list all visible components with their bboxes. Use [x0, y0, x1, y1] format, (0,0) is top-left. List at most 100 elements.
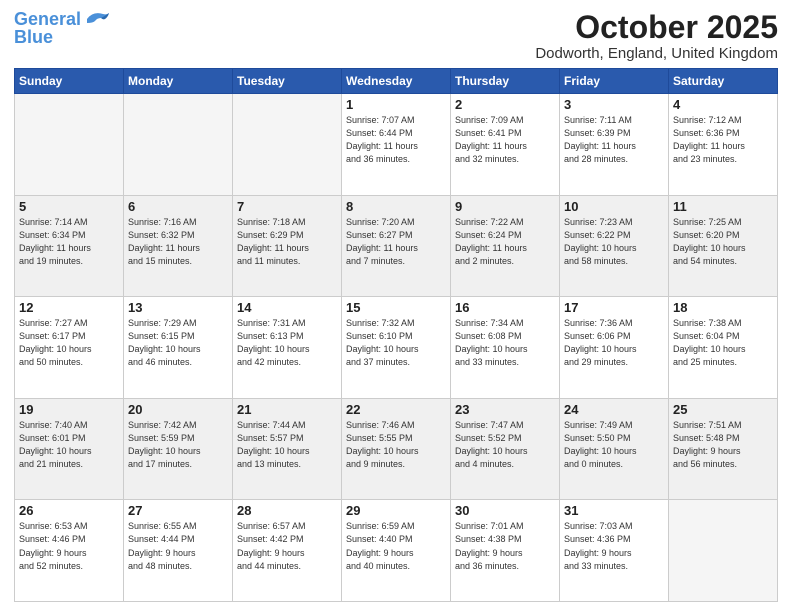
day-number: 2	[455, 97, 555, 112]
header: General Blue October 2025 Dodworth, Engl…	[14, 10, 778, 62]
month-title: October 2025	[535, 10, 778, 45]
day-number: 11	[673, 199, 773, 214]
day-number: 29	[346, 503, 446, 518]
day-info: Sunrise: 7:18 AM Sunset: 6:29 PM Dayligh…	[237, 216, 337, 268]
day-number: 20	[128, 402, 228, 417]
day-number: 14	[237, 300, 337, 315]
calendar-week-row: 26 Sunrise: 6:53 AM Sunset: 4:46 PM Dayli…	[15, 500, 778, 602]
day-info: Sunrise: 6:59 AM Sunset: 4:40 PM Dayligh…	[346, 520, 446, 572]
day-number: 22	[346, 402, 446, 417]
calendar-cell: 30 Sunrise: 7:01 AM Sunset: 4:38 PM Dayli…	[451, 500, 560, 602]
day-number: 19	[19, 402, 119, 417]
calendar-cell: 27 Sunrise: 6:55 AM Sunset: 4:44 PM Dayli…	[124, 500, 233, 602]
day-number: 7	[237, 199, 337, 214]
day-number: 9	[455, 199, 555, 214]
logo-blue: Blue	[14, 27, 53, 47]
day-number: 15	[346, 300, 446, 315]
calendar: Sunday Monday Tuesday Wednesday Thursday…	[14, 68, 778, 602]
calendar-week-row: 19 Sunrise: 7:40 AM Sunset: 6:01 PM Dayli…	[15, 398, 778, 500]
day-number: 27	[128, 503, 228, 518]
day-number: 1	[346, 97, 446, 112]
calendar-cell: 1Sunrise: 7:07 AM Sunset: 6:44 PM Daylig…	[342, 94, 451, 196]
col-thursday: Thursday	[451, 69, 560, 94]
day-number: 16	[455, 300, 555, 315]
day-info: Sunrise: 6:57 AM Sunset: 4:42 PM Dayligh…	[237, 520, 337, 572]
day-info: Sunrise: 7:27 AM Sunset: 6:17 PM Dayligh…	[19, 317, 119, 369]
day-number: 31	[564, 503, 664, 518]
calendar-table: Sunday Monday Tuesday Wednesday Thursday…	[14, 68, 778, 602]
col-sunday: Sunday	[15, 69, 124, 94]
day-number: 8	[346, 199, 446, 214]
calendar-cell: 18 Sunrise: 7:38 AM Sunset: 6:04 PM Dayli…	[669, 297, 778, 399]
day-number: 10	[564, 199, 664, 214]
day-info: Sunrise: 7:49 AM Sunset: 5:50 PM Dayligh…	[564, 419, 664, 471]
day-number: 25	[673, 402, 773, 417]
calendar-cell: 14Sunrise: 7:31 AM Sunset: 6:13 PM Dayli…	[233, 297, 342, 399]
col-saturday: Saturday	[669, 69, 778, 94]
day-info: Sunrise: 7:20 AM Sunset: 6:27 PM Dayligh…	[346, 216, 446, 268]
day-number: 13	[128, 300, 228, 315]
calendar-cell: 2 Sunrise: 7:09 AM Sunset: 6:41 PM Daylig…	[451, 94, 560, 196]
day-info: Sunrise: 7:16 AM Sunset: 6:32 PM Dayligh…	[128, 216, 228, 268]
calendar-cell: 8 Sunrise: 7:20 AM Sunset: 6:27 PM Daylig…	[342, 195, 451, 297]
col-monday: Monday	[124, 69, 233, 94]
calendar-cell: 13 Sunrise: 7:29 AM Sunset: 6:15 PM Dayli…	[124, 297, 233, 399]
logo-bird-icon	[83, 9, 111, 29]
calendar-cell: 10Sunrise: 7:23 AM Sunset: 6:22 PM Dayli…	[560, 195, 669, 297]
page-container: General Blue October 2025 Dodworth, Engl…	[0, 0, 792, 612]
calendar-cell: 4 Sunrise: 7:12 AM Sunset: 6:36 PM Daylig…	[669, 94, 778, 196]
calendar-cell	[669, 500, 778, 602]
day-number: 18	[673, 300, 773, 315]
calendar-cell: 26 Sunrise: 6:53 AM Sunset: 4:46 PM Dayli…	[15, 500, 124, 602]
day-number: 4	[673, 97, 773, 112]
calendar-cell: 29 Sunrise: 6:59 AM Sunset: 4:40 PM Dayli…	[342, 500, 451, 602]
day-info: Sunrise: 7:38 AM Sunset: 6:04 PM Dayligh…	[673, 317, 773, 369]
calendar-cell	[233, 94, 342, 196]
calendar-cell: 9Sunrise: 7:22 AM Sunset: 6:24 PM Daylig…	[451, 195, 560, 297]
day-info: Sunrise: 7:14 AM Sunset: 6:34 PM Dayligh…	[19, 216, 119, 268]
calendar-cell: 5Sunrise: 7:14 AM Sunset: 6:34 PM Daylig…	[15, 195, 124, 297]
calendar-cell: 20 Sunrise: 7:42 AM Sunset: 5:59 PM Dayli…	[124, 398, 233, 500]
logo: General Blue	[14, 10, 111, 48]
day-number: 28	[237, 503, 337, 518]
calendar-cell: 19 Sunrise: 7:40 AM Sunset: 6:01 PM Dayli…	[15, 398, 124, 500]
calendar-cell: 15 Sunrise: 7:32 AM Sunset: 6:10 PM Dayli…	[342, 297, 451, 399]
day-info: Sunrise: 7:29 AM Sunset: 6:15 PM Dayligh…	[128, 317, 228, 369]
calendar-cell: 16 Sunrise: 7:34 AM Sunset: 6:08 PM Dayli…	[451, 297, 560, 399]
calendar-cell: 6 Sunrise: 7:16 AM Sunset: 6:32 PM Daylig…	[124, 195, 233, 297]
col-tuesday: Tuesday	[233, 69, 342, 94]
title-block: October 2025 Dodworth, England, United K…	[535, 10, 778, 62]
calendar-cell: 24Sunrise: 7:49 AM Sunset: 5:50 PM Dayli…	[560, 398, 669, 500]
day-info: Sunrise: 7:36 AM Sunset: 6:06 PM Dayligh…	[564, 317, 664, 369]
day-number: 6	[128, 199, 228, 214]
calendar-week-row: 1Sunrise: 7:07 AM Sunset: 6:44 PM Daylig…	[15, 94, 778, 196]
calendar-cell: 11 Sunrise: 7:25 AM Sunset: 6:20 PM Dayli…	[669, 195, 778, 297]
day-info: Sunrise: 7:25 AM Sunset: 6:20 PM Dayligh…	[673, 216, 773, 268]
calendar-cell: 7 Sunrise: 7:18 AM Sunset: 6:29 PM Daylig…	[233, 195, 342, 297]
day-number: 3	[564, 97, 664, 112]
day-info: Sunrise: 7:40 AM Sunset: 6:01 PM Dayligh…	[19, 419, 119, 471]
calendar-cell: 28 Sunrise: 6:57 AM Sunset: 4:42 PM Dayli…	[233, 500, 342, 602]
day-info: Sunrise: 7:09 AM Sunset: 6:41 PM Dayligh…	[455, 114, 555, 166]
day-info: Sunrise: 7:01 AM Sunset: 4:38 PM Dayligh…	[455, 520, 555, 572]
day-info: Sunrise: 7:12 AM Sunset: 6:36 PM Dayligh…	[673, 114, 773, 166]
calendar-cell: 22Sunrise: 7:46 AM Sunset: 5:55 PM Dayli…	[342, 398, 451, 500]
day-number: 17	[564, 300, 664, 315]
day-info: Sunrise: 7:32 AM Sunset: 6:10 PM Dayligh…	[346, 317, 446, 369]
calendar-cell: 23Sunrise: 7:47 AM Sunset: 5:52 PM Dayli…	[451, 398, 560, 500]
calendar-cell: 31Sunrise: 7:03 AM Sunset: 4:36 PM Dayli…	[560, 500, 669, 602]
calendar-week-row: 5Sunrise: 7:14 AM Sunset: 6:34 PM Daylig…	[15, 195, 778, 297]
calendar-week-row: 12Sunrise: 7:27 AM Sunset: 6:17 PM Dayli…	[15, 297, 778, 399]
col-friday: Friday	[560, 69, 669, 94]
calendar-header-row: Sunday Monday Tuesday Wednesday Thursday…	[15, 69, 778, 94]
day-number: 23	[455, 402, 555, 417]
day-info: Sunrise: 7:11 AM Sunset: 6:39 PM Dayligh…	[564, 114, 664, 166]
calendar-cell: 21Sunrise: 7:44 AM Sunset: 5:57 PM Dayli…	[233, 398, 342, 500]
day-info: Sunrise: 7:34 AM Sunset: 6:08 PM Dayligh…	[455, 317, 555, 369]
day-number: 30	[455, 503, 555, 518]
calendar-cell: 3 Sunrise: 7:11 AM Sunset: 6:39 PM Daylig…	[560, 94, 669, 196]
day-info: Sunrise: 7:42 AM Sunset: 5:59 PM Dayligh…	[128, 419, 228, 471]
day-number: 26	[19, 503, 119, 518]
day-info: Sunrise: 6:55 AM Sunset: 4:44 PM Dayligh…	[128, 520, 228, 572]
day-info: Sunrise: 6:53 AM Sunset: 4:46 PM Dayligh…	[19, 520, 119, 572]
